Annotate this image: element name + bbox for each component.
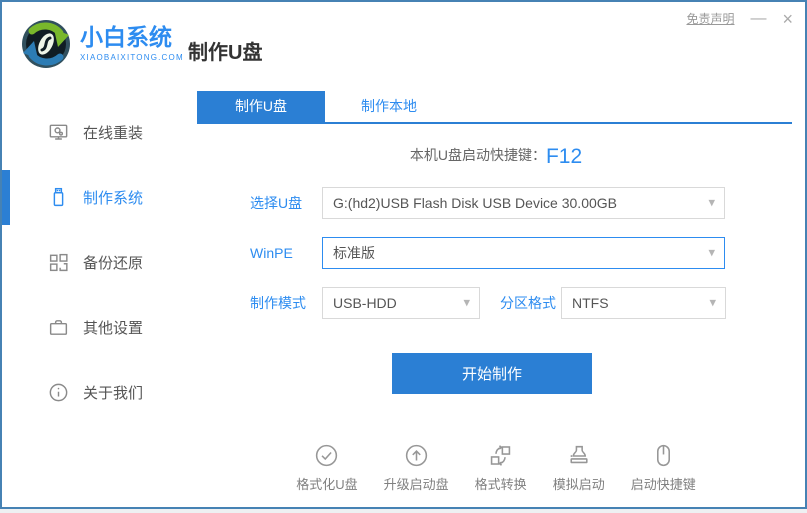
sidebar-item-about-us[interactable]: 关于我们 [2, 360, 187, 425]
action-label: 升级启动盘 [383, 477, 449, 492]
sidebar-item-label: 其他设置 [83, 320, 144, 337]
sidebar-item-label: 制作系统 [83, 190, 144, 207]
page-title: 制作U盘 [188, 42, 263, 64]
mode-select-value: USB-HDD [333, 295, 397, 311]
sidebar-item-online-reinstall[interactable]: 在线重装 [2, 100, 187, 165]
usb-select-row: 选择U盘 G:(hd2)USB Flash Disk USB Device 30… [250, 187, 805, 219]
sidebar-item-label: 在线重装 [83, 125, 144, 142]
backup-grid-icon [47, 251, 70, 274]
action-format-usb[interactable]: 格式化U盘 [296, 442, 358, 493]
main-content: 制作U盘 制作本地 本机U盘启动快捷键：F12 选择U盘 G:(hd2)USB … [187, 90, 805, 507]
minimize-button[interactable]: — [750, 10, 766, 27]
header: 小白系统 XIAOBAIXITONG.COM 制作U盘 免责声明 — × [2, 2, 805, 90]
winpe-select-dropdown[interactable]: 标准版 [322, 237, 725, 269]
briefcase-icon [47, 316, 70, 339]
start-make-button[interactable]: 开始制作 [392, 353, 592, 394]
winpe-select-value: 标准版 [333, 245, 375, 261]
tab-strip: 制作U盘 制作本地 [197, 91, 792, 124]
sidebar-item-label: 备份还原 [83, 255, 144, 272]
footer-actions: 格式化U盘 升级启动盘 格式转换 模拟启动 启动快捷键 [187, 442, 805, 493]
action-label: 格式化U盘 [296, 477, 358, 492]
mode-partition-row: 制作模式 USB-HDD 分区格式 NTFS [250, 287, 805, 319]
arrow-up-circle-icon [403, 442, 430, 469]
mode-select-label: 制作模式 [250, 295, 306, 311]
info-icon [47, 381, 70, 404]
tab-make-usb[interactable]: 制作U盘 [197, 91, 325, 122]
partition-select-value: NTFS [572, 295, 609, 311]
usb-select-value: G:(hd2)USB Flash Disk USB Device 30.00GB [333, 195, 617, 211]
check-circle-icon [313, 442, 340, 469]
usb-select-label: 选择U盘 [250, 195, 303, 211]
app-window: 小白系统 XIAOBAIXITONG.COM 制作U盘 免责声明 — × 在线重… [0, 0, 807, 509]
action-boot-hotkeys[interactable]: 启动快捷键 [631, 442, 696, 493]
body: 在线重装 制作系统 备份还原 其他设置 关于我们 制作U盘 制作本地 本机U盘启… [2, 90, 805, 507]
convert-icon [487, 442, 514, 469]
sidebar-item-other-settings[interactable]: 其他设置 [2, 295, 187, 360]
usb-form: 选择U盘 G:(hd2)USB Flash Disk USB Device 30… [250, 187, 805, 319]
boot-hotkey-value: F12 [545, 145, 583, 168]
brand-name: 小白系统 [80, 24, 172, 50]
brand-domain: XIAOBAIXITONG.COM [80, 53, 184, 62]
usb-select-dropdown[interactable]: G:(hd2)USB Flash Disk USB Device 30.00GB [322, 187, 725, 219]
partition-select-label: 分区格式 [500, 295, 556, 311]
sidebar-item-label: 关于我们 [83, 385, 144, 402]
sidebar-item-make-system[interactable]: 制作系统 [2, 165, 187, 230]
titlebar-controls: 免责声明 — × [686, 10, 793, 28]
action-label: 模拟启动 [552, 477, 605, 492]
usb-drive-icon [47, 186, 70, 209]
action-simulate-boot[interactable]: 模拟启动 [553, 442, 605, 493]
action-label: 启动快捷键 [630, 477, 696, 492]
action-format-convert[interactable]: 格式转换 [475, 442, 527, 493]
brand-logo-icon [20, 18, 72, 70]
monitor-icon [47, 121, 70, 144]
stamp-icon [565, 442, 592, 469]
sidebar-item-backup-restore[interactable]: 备份还原 [2, 230, 187, 295]
close-button[interactable]: × [782, 10, 793, 28]
mode-select-dropdown[interactable]: USB-HDD [322, 287, 480, 319]
mouse-icon [650, 442, 677, 469]
tab-make-local[interactable]: 制作本地 [325, 91, 453, 122]
winpe-select-row: WinPE 标准版 [250, 237, 805, 269]
action-upgrade-boot-disk[interactable]: 升级启动盘 [384, 442, 449, 493]
brand-text: 小白系统 XIAOBAIXITONG.COM [80, 24, 184, 62]
boot-hotkey-label: 本机U盘启动快捷键： [409, 147, 546, 163]
disclaimer-link[interactable]: 免责声明 [686, 10, 734, 27]
partition-select-dropdown[interactable]: NTFS [561, 287, 726, 319]
boot-hotkey-line: 本机U盘启动快捷键：F12 [187, 145, 805, 172]
winpe-select-label: WinPE [250, 245, 293, 261]
sidebar: 在线重装 制作系统 备份还原 其他设置 关于我们 [2, 90, 187, 507]
action-label: 格式转换 [474, 477, 527, 492]
